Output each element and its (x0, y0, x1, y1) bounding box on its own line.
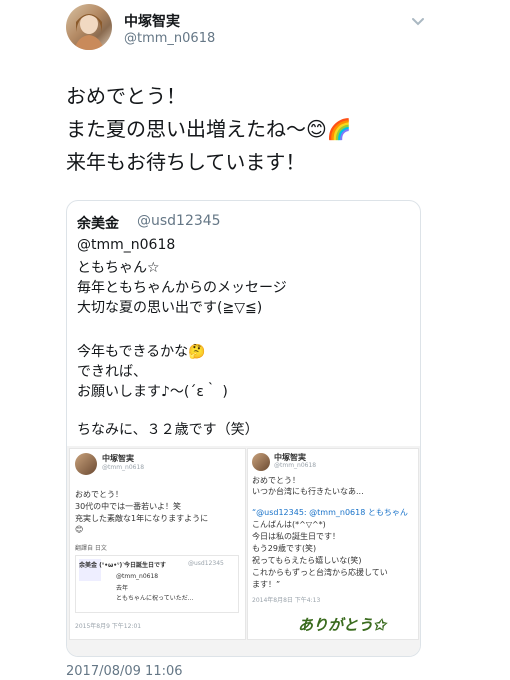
screenshot-left-inner-quote: 余美金 (ᐡ•ω•ᐡ)ᐝ今日誕生日です @usd12345 @tmm_n0618… (75, 555, 239, 613)
screenshot-left-text: 😊 (75, 525, 84, 534)
screenshot-left-text: 30代の中では一番若いよ！笑 (75, 502, 182, 511)
screenshot-right-quote-text: 今日は私の誕生日です！ (252, 532, 340, 541)
attached-screenshot[interactable]: 中塚智実 @tmm_n0618 おめでとう！ 30代の中では一番若いよ！笑 充実… (67, 446, 420, 656)
screenshot-right-quote-text: ます！” (252, 580, 281, 589)
tweet-text-line: 来年もお待ちしています！ (66, 150, 306, 174)
screenshot-left-handle: @tmm_n0618 (102, 464, 145, 471)
tweet-text-line: また夏の思い出増えたね〜😊🌈 (66, 117, 352, 141)
screenshot-left-text: おめでとう！ (75, 490, 123, 499)
screenshot-right-avatar (252, 453, 270, 471)
screenshot-left-inner-name: 余美金 (ᐡ•ω•ᐡ)ᐝ今日誕生日です (79, 562, 167, 569)
screenshot-right-quote-text: もう29歳です(笑) (252, 544, 317, 553)
screenshot-right-date: 2014年8月8日 下午4:13 (252, 597, 321, 604)
quoted-tweet[interactable]: 余美金 @usd12345 @tmm_n0618 ともちゃん☆ 毎年ともちゃんか… (66, 200, 421, 657)
quoted-text-line: ともちゃん☆ (77, 260, 160, 276)
avatar[interactable] (66, 4, 112, 50)
screenshot-right-card: 中塚智実 @tmm_n0618 おめでとう！ いつか台湾にも行きたいなあ... … (247, 448, 419, 640)
quoted-text-line: @tmm_n0618 (77, 237, 176, 253)
quoted-author-handle: @usd12345 (137, 213, 221, 229)
screenshot-right-quote-text: 祝ってもらえたら嬉しいな(笑) (252, 556, 362, 565)
screenshot-right-quote-text: “@usd12345: @tmm_n0618 ともちゃん (252, 508, 408, 517)
screenshot-left-name: 中塚智実 (102, 454, 134, 463)
quoted-text-line: ちなみに、３２歳です（笑） (77, 422, 259, 438)
quoted-text-line: できれば、 (77, 364, 147, 380)
tweet-timestamp[interactable]: 2017/08/09 11:06 (66, 664, 183, 679)
screenshot-right-text: おめでとう！ (252, 476, 300, 485)
quoted-text-line: 今年もできるかな🤔 (77, 344, 206, 360)
chevron-down-icon[interactable] (411, 17, 425, 27)
quoted-text-line: 毎年ともちゃんからのメッセージ (77, 280, 287, 296)
screenshot-right-text: いつか台湾にも行きたいなあ... (252, 487, 364, 496)
quoted-text-line: 大切な夏の思い出です(≧▽≦) (77, 300, 263, 316)
screenshot-left-inner-handle: @usd12345 (188, 560, 224, 567)
screenshot-left-card: 中塚智実 @tmm_n0618 おめでとう！ 30代の中では一番若いよ！笑 充実… (69, 448, 246, 640)
author-name[interactable]: 中塚智実 (124, 11, 180, 31)
screenshot-left-translate: 翻譯自 日文 (75, 545, 107, 552)
screenshot-left-text: 充実した素敵な1年になりますように (75, 514, 209, 523)
quoted-text-line: お願いします♪〜(´ε｀ ) (77, 384, 228, 400)
screenshot-left-inner-text: 去年 (116, 585, 129, 592)
quoted-author-name: 余美金 (77, 216, 119, 232)
tweet-text-line: おめでとう！ (66, 84, 186, 108)
thanks-handwriting: ありがとう✩ (298, 616, 386, 634)
screenshot-left-inner-text: ともちゃんに祝っていただ... (116, 595, 194, 602)
screenshot-right-handle: @tmm_n0618 (274, 462, 317, 469)
screenshot-left-avatar (75, 453, 97, 475)
screenshot-right-quote-text: こんばんは(*^▽^*) (252, 520, 326, 529)
screenshot-left-inner-text: @tmm_n0618 (116, 573, 159, 580)
author-handle[interactable]: @tmm_n0618 (124, 31, 215, 46)
screenshot-right-quote-text: これからもずっと台湾から応援してい (252, 568, 388, 577)
screenshot-left-date: 2015年8月9 下午12:01 (75, 623, 142, 630)
